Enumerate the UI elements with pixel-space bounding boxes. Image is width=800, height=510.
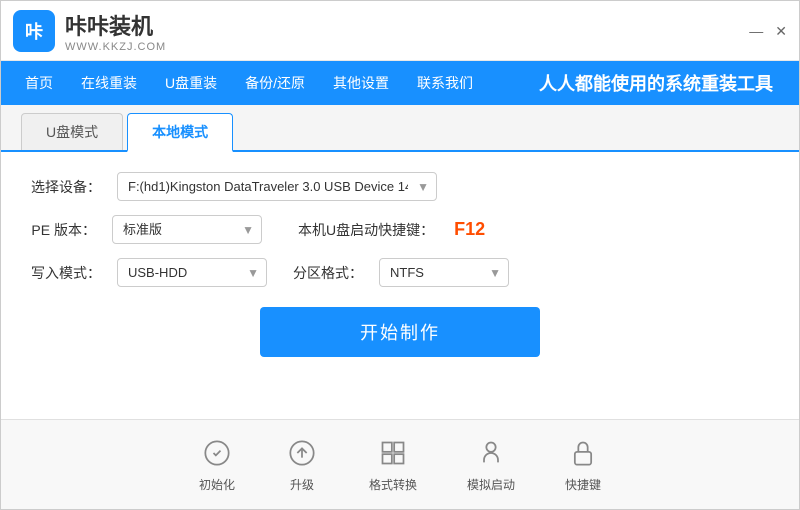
pe-select-wrapper: 标准版 ▼ xyxy=(112,215,262,244)
nav-item-contact[interactable]: 联系我们 xyxy=(403,61,487,105)
pe-row: PE 版本： 标准版 ▼ 本机U盘启动快捷键： F12 xyxy=(31,215,769,244)
nav-item-settings[interactable]: 其他设置 xyxy=(319,61,403,105)
partition-label: 分区格式： xyxy=(293,263,363,283)
tool-item-format[interactable]: 格式转换 xyxy=(369,436,417,493)
grid-icon xyxy=(376,436,410,470)
minimize-button[interactable]: — xyxy=(749,24,763,38)
tool-simulate-label: 模拟启动 xyxy=(467,476,515,493)
nav-item-usb[interactable]: U盘重装 xyxy=(151,61,231,105)
logo-symbol: 咔 xyxy=(25,18,43,44)
nav-item-backup[interactable]: 备份/还原 xyxy=(231,61,319,105)
bottom-toolbar: 初始化 升级 格式转换 xyxy=(1,419,799,509)
app-url: WWW.KKZJ.COM xyxy=(65,41,166,53)
tab-usb-mode[interactable]: U盘模式 xyxy=(21,113,123,150)
write-select[interactable]: USB-HDD xyxy=(117,258,267,287)
hotkey-value: F12 xyxy=(454,219,485,240)
start-btn-row: 开始制作 xyxy=(31,307,769,357)
hotkey-label: 本机U盘启动快捷键： xyxy=(298,220,434,240)
tool-shortcut-label: 快捷键 xyxy=(565,476,601,493)
nav-items: 首页 在线重装 U盘重装 备份/还原 其他设置 联系我们 xyxy=(11,61,487,105)
tool-init-label: 初始化 xyxy=(199,476,235,493)
write-mode-row: 写入模式： USB-HDD ▼ 分区格式： NTFS ▼ xyxy=(31,258,769,287)
lock-icon xyxy=(566,436,600,470)
partition-select-wrapper: NTFS ▼ xyxy=(379,258,509,287)
nav-item-home[interactable]: 首页 xyxy=(11,61,67,105)
device-select[interactable]: F:(hd1)Kingston DataTraveler 3.0 USB Dev… xyxy=(117,172,437,201)
tab-local-mode[interactable]: 本地模式 xyxy=(127,113,233,152)
tool-upgrade-label: 升级 xyxy=(290,476,314,493)
pe-label: PE 版本： xyxy=(31,220,96,240)
device-select-wrapper: F:(hd1)Kingston DataTraveler 3.0 USB Dev… xyxy=(117,172,437,201)
write-label: 写入模式： xyxy=(31,263,101,283)
main-window: 咔 咔咔装机 WWW.KKZJ.COM — ✕ 首页 在线重装 U盘重装 备份/ xyxy=(0,0,800,510)
app-logo-icon: 咔 xyxy=(13,10,55,52)
tool-item-simulate[interactable]: 模拟启动 xyxy=(467,436,515,493)
pe-select[interactable]: 标准版 xyxy=(112,215,262,244)
tool-item-shortcut[interactable]: 快捷键 xyxy=(565,436,601,493)
close-button[interactable]: ✕ xyxy=(775,24,787,38)
write-select-wrapper: USB-HDD ▼ xyxy=(117,258,267,287)
window-controls: — ✕ xyxy=(749,24,787,38)
tool-item-init[interactable]: 初始化 xyxy=(199,436,235,493)
check-circle-icon xyxy=(200,436,234,470)
main-content: 选择设备： F:(hd1)Kingston DataTraveler 3.0 U… xyxy=(1,152,799,419)
nav-slogan: 人人都能使用的系统重装工具 xyxy=(539,70,789,96)
device-row: 选择设备： F:(hd1)Kingston DataTraveler 3.0 U… xyxy=(31,172,769,201)
device-label: 选择设备： xyxy=(31,177,101,197)
logo-area: 咔 咔咔装机 WWW.KKZJ.COM xyxy=(13,9,166,53)
navbar: 首页 在线重装 U盘重装 备份/还原 其他设置 联系我们 人人都能使用的系统重装… xyxy=(1,61,799,105)
app-title: 咔咔装机 xyxy=(65,9,166,41)
start-button[interactable]: 开始制作 xyxy=(260,307,540,357)
arrow-up-circle-icon xyxy=(285,436,319,470)
tabbar: U盘模式 本地模式 xyxy=(1,105,799,152)
nav-item-online[interactable]: 在线重装 xyxy=(67,61,151,105)
logo-text: 咔咔装机 WWW.KKZJ.COM xyxy=(65,9,166,53)
titlebar: 咔 咔咔装机 WWW.KKZJ.COM — ✕ xyxy=(1,1,799,61)
tool-item-upgrade[interactable]: 升级 xyxy=(285,436,319,493)
tool-format-label: 格式转换 xyxy=(369,476,417,493)
partition-select[interactable]: NTFS xyxy=(379,258,509,287)
person-icon xyxy=(474,436,508,470)
